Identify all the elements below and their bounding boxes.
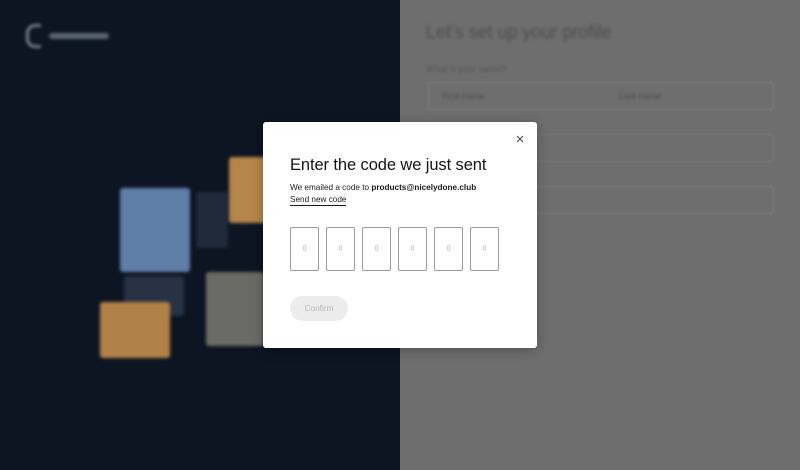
code-digit-3[interactable]: 0	[362, 227, 391, 271]
confirm-button[interactable]: Confirm	[290, 296, 348, 321]
modal-title: Enter the code we just sent	[290, 156, 487, 174]
email-address: products@nicelydone.club	[371, 183, 477, 192]
send-new-code-link[interactable]: Send new code	[290, 194, 347, 206]
code-digit-placeholder: 0	[302, 245, 307, 253]
close-button[interactable]	[513, 132, 527, 146]
code-digit-placeholder: 0	[374, 245, 379, 253]
code-digit-6[interactable]: 0	[470, 227, 499, 271]
code-digit-1[interactable]: 0	[290, 227, 319, 271]
close-icon	[516, 135, 524, 143]
code-digit-4[interactable]: 0	[398, 227, 427, 271]
code-digit-placeholder: 0	[446, 245, 451, 253]
verification-modal: Enter the code we just sent We emailed a…	[263, 122, 537, 348]
code-digit-5[interactable]: 0	[434, 227, 463, 271]
code-input-group: 0 0 0 0 0 0	[290, 227, 499, 271]
code-digit-placeholder: 0	[482, 245, 487, 253]
code-digit-placeholder: 0	[338, 245, 343, 253]
code-digit-2[interactable]: 0	[326, 227, 355, 271]
code-digit-placeholder: 0	[410, 245, 415, 253]
modal-description: We emailed a code to products@nicelydone…	[290, 183, 476, 192]
description-text: We emailed a code to	[290, 183, 372, 192]
